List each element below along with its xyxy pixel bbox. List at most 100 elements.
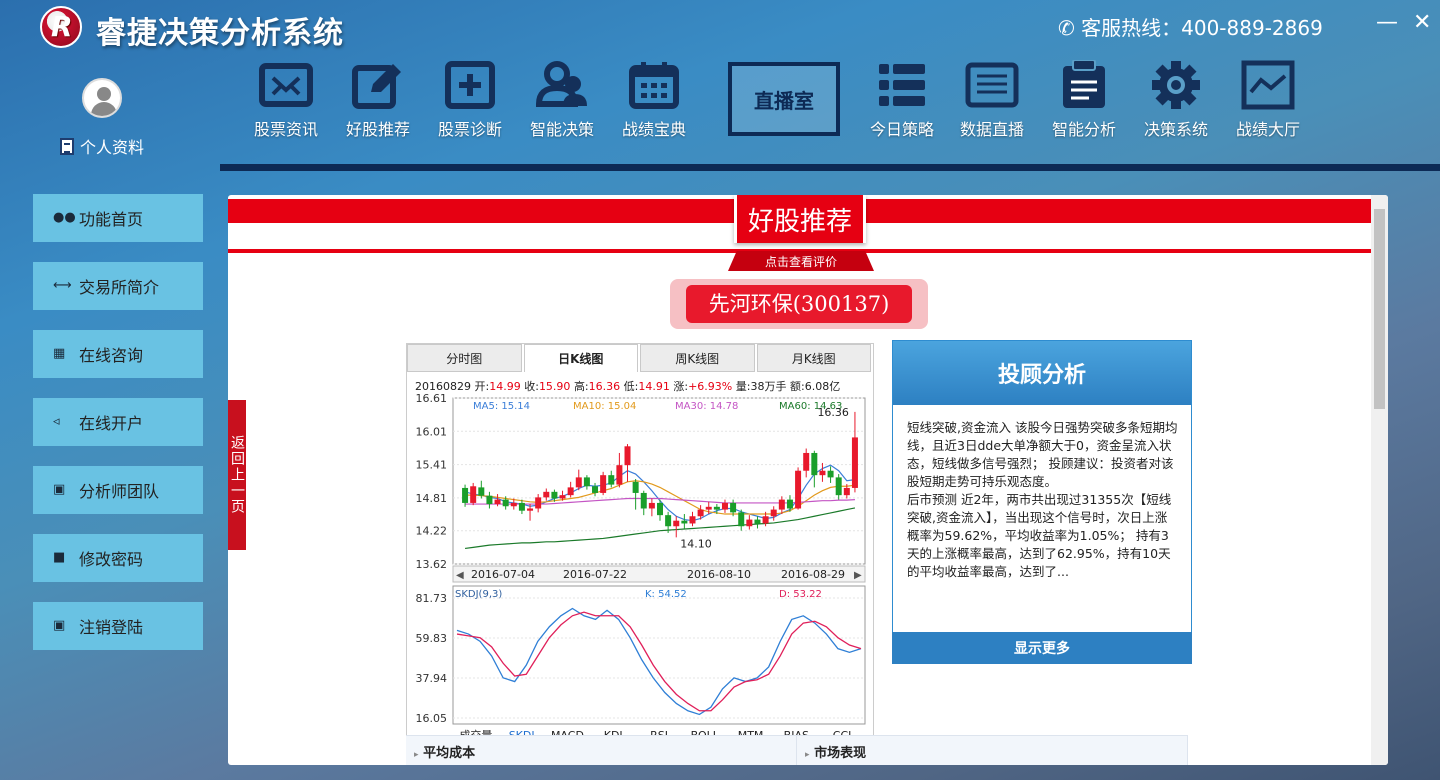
tab-average-cost[interactable]: ▸ 平均成本	[406, 736, 797, 765]
candle	[681, 520, 688, 524]
sidebar-item-open-account[interactable]: ◃ 在线开户	[33, 398, 203, 446]
gear-icon	[1149, 60, 1203, 110]
tab-average-cost-label: 平均成本	[423, 746, 476, 761]
sidebar-item-logout[interactable]: ▣ 注销登陆	[33, 602, 203, 650]
sidebar-item-analyst-team[interactable]: ▣ 分析师团队	[33, 466, 203, 514]
candle	[648, 502, 655, 509]
kline-ytick-label: 14.81	[416, 492, 448, 505]
candle	[721, 502, 728, 510]
scrollbar[interactable]	[1371, 195, 1388, 765]
scroll-thumb[interactable]	[1374, 209, 1385, 409]
users-icon	[535, 60, 589, 110]
nav-item-record-hall[interactable]: 战绩大厅	[1222, 58, 1314, 140]
nav-item-stock-picks[interactable]: 好股推荐	[332, 58, 424, 140]
ma-legend: MA10: 15.04	[573, 401, 636, 412]
nav-divider	[220, 164, 1440, 171]
stock-name: 先河环保(300137)	[670, 279, 928, 329]
candle	[575, 477, 582, 488]
kline-ytick-label: 14.22	[416, 525, 448, 538]
nav-label: 股票诊断	[437, 120, 502, 139]
quote-amount: 6.08亿	[804, 380, 841, 393]
live-room-button[interactable]: 直播室	[728, 62, 840, 136]
candle	[713, 506, 720, 510]
nav-item-stock-diagnosis[interactable]: 股票诊断	[424, 58, 516, 140]
candle	[510, 502, 517, 507]
candle	[665, 515, 672, 527]
nav-item-daily-strategy[interactable]: 今日策略	[856, 58, 948, 140]
tab-market-performance-label: 市场表现	[814, 746, 867, 761]
sidebar-item-home[interactable]: ●● 功能首页	[33, 194, 203, 242]
nav-item-data-live[interactable]: 数据直播	[946, 58, 1038, 140]
quote-volume: 38万手	[750, 380, 787, 393]
scroll-right-icon: ▶	[854, 570, 862, 581]
nav-item-smart-analysis[interactable]: 智能分析	[1038, 58, 1130, 140]
monitor-icon: ▣	[53, 482, 66, 497]
kline-ytick-label: 13.62	[416, 558, 448, 571]
candle	[762, 516, 769, 524]
sidebar-item-exchange-intro[interactable]: ⟷ 交易所简介	[33, 262, 203, 310]
kline-chart[interactable]: 16.61 16.01 15.41 14.81 14.22 13.62 MA5: 15.14…	[407, 394, 873, 764]
skdj-ytick-label: 59.83	[416, 632, 448, 645]
sidebar-item-label: 在线咨询	[79, 346, 144, 365]
edit-icon	[351, 60, 405, 110]
minimize-button[interactable]: —	[1376, 10, 1398, 35]
nav-item-record-book[interactable]: 战绩宝典	[608, 58, 700, 140]
candle	[551, 491, 558, 499]
back-button[interactable]: 返回上一页	[228, 400, 246, 550]
skdj-ytick-label: 81.73	[416, 592, 448, 605]
candle	[543, 491, 550, 498]
sidebar-item-label: 注销登陆	[79, 618, 144, 637]
sidebar-item-label: 功能首页	[79, 210, 144, 229]
quote-change-label: 涨:	[673, 380, 689, 393]
sidebar-item-online-consult[interactable]: ▦ 在线咨询	[33, 330, 203, 378]
close-button[interactable]: ✕	[1413, 10, 1431, 35]
sidebar-item-label: 分析师团队	[79, 482, 160, 501]
candle	[600, 475, 607, 493]
lock-icon: ■	[53, 550, 66, 565]
candle	[697, 509, 704, 517]
candle	[827, 470, 834, 478]
view-review-link[interactable]: 点击查看评价	[728, 251, 874, 271]
candle	[835, 477, 842, 496]
hotline-text: 客服热线：400-889-2869	[1081, 16, 1323, 40]
bottom-tabs: ▸ 平均成本 ▸ 市场表现	[406, 735, 1188, 765]
kline-ytick-label: 16.01	[416, 425, 448, 438]
candle	[559, 495, 566, 499]
candle	[689, 516, 696, 524]
kline-xtick-label: 2016-08-29	[781, 568, 845, 581]
candle	[583, 477, 590, 487]
quote-low: 14.91	[638, 380, 670, 393]
tab-weekly-k[interactable]: 周K线图	[640, 344, 755, 372]
tab-monthly-k[interactable]: 月K线图	[756, 344, 871, 372]
candle	[770, 509, 777, 517]
candle	[738, 512, 745, 527]
nav-item-stock-news[interactable]: 股票资讯	[240, 58, 332, 140]
skdj-title: SKDJ(9,3)	[455, 589, 502, 600]
tab-daily-k[interactable]: 日K线图	[523, 344, 638, 372]
ma-legend: MA30: 14.78	[675, 401, 738, 412]
candle	[567, 487, 574, 496]
candle	[851, 437, 858, 488]
scroll-left-icon: ◀	[456, 570, 464, 581]
tab-market-performance[interactable]: ▸ 市场表现	[797, 736, 1188, 765]
monitor-icon: ▣	[53, 618, 66, 633]
top-nav: 股票资讯 好股推荐 股票诊断 智能决策 战绩宝典 今日策略 数据直播 智能分析 …	[0, 58, 1440, 148]
skdj-ytick-label: 37.94	[416, 672, 448, 685]
main-content: 好股推荐 点击查看评价 先河环保(300137) 返回上一页 分时图 日K线图 …	[228, 195, 1388, 765]
quote-volume-label: 量:	[735, 380, 751, 393]
kline-ytick-label: 15.41	[416, 459, 448, 472]
sidebar-item-change-password[interactable]: ■ 修改密码	[33, 534, 203, 582]
nav-item-smart-decision[interactable]: 智能决策	[516, 58, 608, 140]
nav-item-decision-system[interactable]: 决策系统	[1130, 58, 1222, 140]
candle	[730, 502, 737, 513]
candle	[608, 475, 615, 485]
quote-close: 15.90	[538, 380, 571, 393]
candle	[640, 492, 647, 509]
tab-intraday[interactable]: 分时图	[407, 344, 522, 372]
candle	[786, 499, 793, 509]
show-more-button[interactable]: 显示更多	[892, 632, 1192, 664]
nav-label: 好股推荐	[345, 120, 410, 139]
quote-high-label: 高:	[573, 380, 589, 393]
chart-panel: 分时图 日K线图 周K线图 月K线图 20160829 开:14.99 收:15…	[406, 343, 874, 765]
candle	[527, 508, 534, 511]
